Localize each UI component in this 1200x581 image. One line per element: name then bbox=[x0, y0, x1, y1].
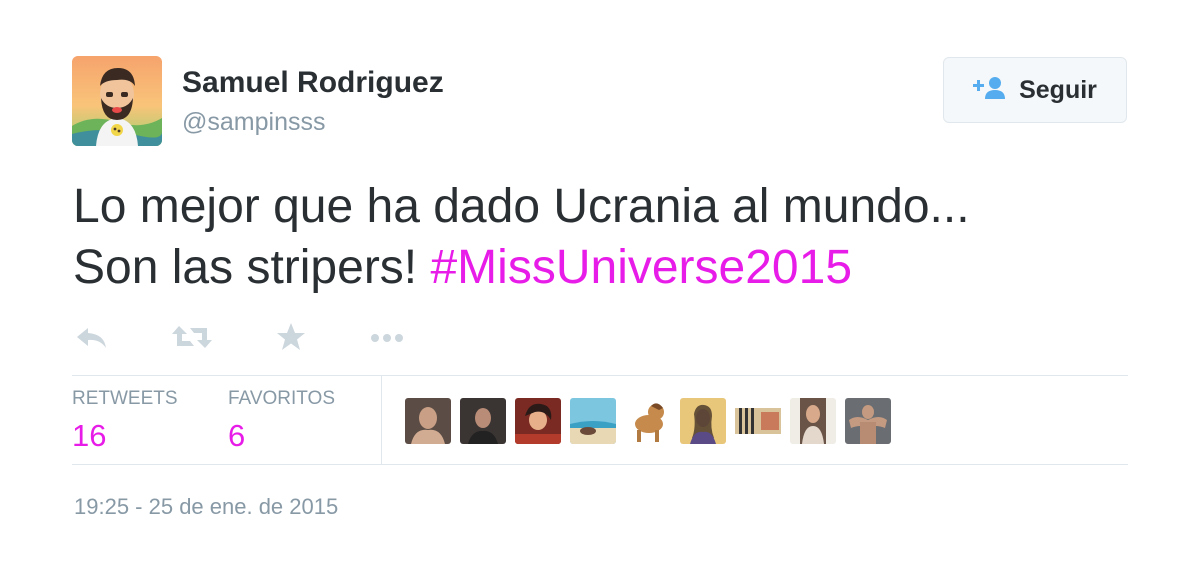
follow-button[interactable]: Seguir bbox=[943, 57, 1127, 123]
reply-icon[interactable] bbox=[74, 320, 110, 359]
user-name[interactable]: Samuel Rodriguez bbox=[182, 66, 444, 100]
stats-divider bbox=[381, 376, 382, 464]
favoriter-avatar[interactable] bbox=[735, 398, 781, 444]
user-handle[interactable]: @sampinsss bbox=[182, 108, 325, 137]
retweets-label: RETWEETS bbox=[72, 388, 178, 409]
tweet-text: Lo mejor que ha dado Ucrania al mundo...… bbox=[73, 176, 1133, 298]
favorite-star-icon[interactable] bbox=[274, 320, 308, 359]
more-options-icon[interactable] bbox=[368, 320, 408, 359]
tweet-text-line2: Son las stripers! bbox=[73, 241, 418, 294]
tweet-stats: RETWEETS 16 FAVORITOS 6 bbox=[72, 375, 1128, 465]
favoriter-avatar[interactable] bbox=[515, 398, 561, 444]
favorites-count: 6 bbox=[228, 418, 246, 453]
favoriter-avatar[interactable] bbox=[405, 398, 451, 444]
retweets-count: 16 bbox=[72, 418, 107, 453]
avatar[interactable] bbox=[72, 56, 162, 146]
follow-button-label: Seguir bbox=[1019, 75, 1097, 104]
tweet-timestamp[interactable]: 19:25 - 25 de ene. de 2015 bbox=[74, 494, 338, 520]
favoriter-avatar[interactable] bbox=[570, 398, 616, 444]
favorites-label: FAVORITOS bbox=[228, 388, 335, 409]
add-user-icon bbox=[973, 75, 1009, 106]
favoriter-avatar[interactable] bbox=[625, 398, 671, 444]
favoriter-avatar[interactable] bbox=[680, 398, 726, 444]
retweet-icon[interactable] bbox=[170, 320, 214, 359]
hashtag-link[interactable]: #MissUniverse2015 bbox=[430, 241, 852, 294]
tweet-text-line1: Lo mejor que ha dado Ucrania al mundo... bbox=[73, 180, 970, 233]
retweets-stat[interactable]: RETWEETS 16 bbox=[72, 388, 178, 454]
favoriter-avatar[interactable] bbox=[790, 398, 836, 444]
favorites-stat[interactable]: FAVORITOS 6 bbox=[228, 388, 335, 454]
favoriter-avatar[interactable] bbox=[845, 398, 891, 444]
favoriter-avatar[interactable] bbox=[460, 398, 506, 444]
